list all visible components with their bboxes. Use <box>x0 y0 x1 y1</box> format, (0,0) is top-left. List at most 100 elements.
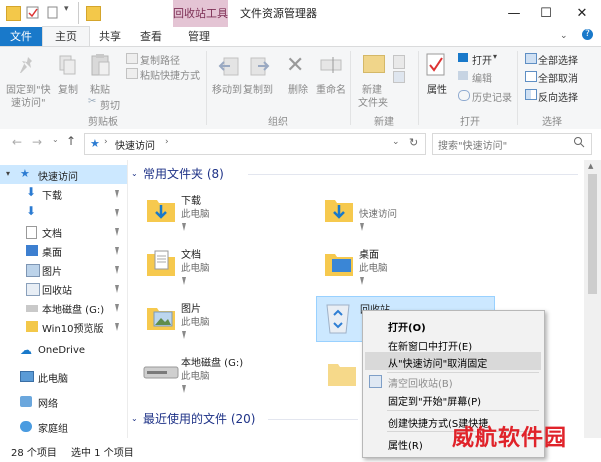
folder-item-downloads[interactable]: 下载 此电脑 <box>143 188 303 238</box>
properties-icon[interactable] <box>426 53 446 80</box>
search-icon[interactable] <box>573 136 585 151</box>
breadcrumb-chevron-icon[interactable]: › <box>165 137 169 147</box>
item-name: 本地磁盘 (G:) <box>181 358 244 369</box>
menu-item-open[interactable]: 打开(O) <box>388 319 426 334</box>
properties-button[interactable]: 属性 <box>427 81 447 96</box>
select-none-button[interactable]: 全部取消 <box>538 70 578 85</box>
edit-button[interactable]: 编辑 <box>472 70 492 85</box>
group-header-recent[interactable]: 最近使用的文件 (20) <box>143 410 255 427</box>
chevron-down-icon[interactable]: ▾ <box>493 52 497 61</box>
move-to-button[interactable]: 移动到 <box>212 81 242 96</box>
chevron-down-icon[interactable]: ▾ <box>64 4 77 17</box>
nav-label: 此电脑 <box>38 374 68 385</box>
menu-item-open-new-window[interactable]: 在新窗口中打开(E) <box>388 338 472 353</box>
pin-icon <box>181 221 187 231</box>
paste-button[interactable]: 粘贴 <box>90 81 110 96</box>
vertical-scrollbar[interactable]: ▲ <box>584 160 601 438</box>
properties-icon[interactable] <box>26 6 39 19</box>
delete-button[interactable]: 删除 <box>288 81 308 96</box>
nav-item-recycle-bin[interactable]: 回收站 <box>0 279 127 298</box>
nav-item-network[interactable]: 网络 <box>0 392 127 411</box>
nav-item-downloads-2[interactable]: ⬇ <box>0 203 127 222</box>
help-icon[interactable]: ? <box>582 29 593 40</box>
copy-button[interactable]: 复制 <box>58 81 78 96</box>
folder-item-desktop[interactable]: 桌面 此电脑 <box>321 242 481 292</box>
copy-to-icon[interactable] <box>248 55 270 80</box>
scroll-up-icon[interactable]: ▲ <box>588 162 593 170</box>
nav-item-homegroup[interactable]: 家庭组 <box>0 417 127 436</box>
desktop-folder-icon <box>324 248 354 281</box>
nav-item-local-disk-g[interactable]: 本地磁盘 (G:) <box>0 298 127 317</box>
folder-item-pictures[interactable]: 图片 此电脑 <box>143 296 303 346</box>
copy-path-button[interactable]: 复制路径 <box>140 52 180 67</box>
chevron-down-icon[interactable]: ⌄ <box>131 414 138 423</box>
select-all-button[interactable]: 全部选择 <box>538 52 578 67</box>
menu-item-pin-to-start[interactable]: 固定到"开始"屏幕(P) <box>388 393 481 408</box>
item-name: 下载 <box>181 196 201 207</box>
nav-item-this-pc[interactable]: 此电脑 <box>0 367 127 386</box>
maximize-button[interactable]: ☐ <box>529 0 563 27</box>
folder-icon[interactable] <box>6 6 21 21</box>
nav-item-pictures[interactable]: 图片 <box>0 260 127 279</box>
search-input[interactable]: 搜索"快速访问" <box>432 133 592 155</box>
back-arrow-icon[interactable]: ← <box>12 135 22 149</box>
up-arrow-icon[interactable]: ↑ <box>66 134 76 148</box>
nav-label: 下载 <box>42 191 62 202</box>
documents-folder-icon <box>146 248 176 281</box>
minimize-button[interactable]: — <box>497 0 531 27</box>
paste-shortcut-button[interactable]: 粘贴快捷方式 <box>140 67 200 82</box>
chevron-down-icon[interactable]: ⌄ <box>392 137 400 147</box>
recent-locations-icon[interactable]: ⌄ <box>52 135 59 144</box>
tab-home[interactable]: 主页 <box>42 26 90 47</box>
group-header-frequent[interactable]: 常用文件夹 (8) <box>143 165 224 182</box>
folder-item-downloads-quick-access[interactable]: 快速访问 <box>321 188 481 238</box>
new-folder-icon[interactable] <box>46 6 59 19</box>
drive-item-local-disk-g[interactable]: 本地磁盘 (G:) 此电脑 <box>143 350 303 400</box>
menu-item-properties[interactable]: 属性(R) <box>388 437 423 452</box>
cut-button[interactable]: 剪切 <box>100 97 120 112</box>
nav-item-quick-access[interactable]: ▾ ★ 快速访问 <box>0 165 127 184</box>
tab-share[interactable]: 共享 <box>90 27 130 46</box>
history-button[interactable]: 历史记录 <box>472 89 512 104</box>
item-name: 文档 <box>181 250 201 261</box>
copy-to-button[interactable]: 复制到 <box>243 81 273 96</box>
chevron-down-icon[interactable]: ▾ <box>6 169 10 178</box>
breadcrumb[interactable]: 快速访问 <box>115 137 155 152</box>
group-label-clipboard: 剪贴板 <box>88 117 118 128</box>
nav-item-documents[interactable]: 文档 <box>0 222 127 241</box>
chevron-down-icon[interactable]: ⌄ <box>560 31 568 41</box>
close-button[interactable]: ✕ <box>565 0 599 27</box>
copy-path-icon <box>126 53 138 64</box>
refresh-icon[interactable]: ↻ <box>409 136 418 149</box>
chevron-down-icon[interactable]: ⌄ <box>131 169 138 178</box>
menu-item-empty-recycle-bin[interactable]: 清空回收站(B) <box>388 375 453 390</box>
scrollbar-thumb[interactable] <box>588 174 597 294</box>
group-divider <box>418 51 419 125</box>
paste-icon[interactable] <box>91 53 111 80</box>
new-item-icon[interactable] <box>393 55 405 69</box>
rename-button[interactable]: 重命名 <box>316 81 346 96</box>
tab-view[interactable]: 查看 <box>131 27 171 46</box>
open-button[interactable]: 打开 <box>472 52 492 67</box>
copy-icon[interactable] <box>59 55 77 80</box>
rename-icon[interactable] <box>320 57 342 76</box>
nav-item-downloads[interactable]: ⬇ 下载 <box>0 184 127 203</box>
forward-arrow-icon[interactable]: → <box>32 135 42 149</box>
address-bar[interactable]: ★ › 快速访问 › ⌄ ↻ <box>84 133 426 155</box>
menu-item-unpin-quick-access[interactable]: 从"快速访问"取消固定 <box>388 355 487 370</box>
new-folder-icon[interactable] <box>363 55 385 73</box>
pin-icon[interactable] <box>18 55 38 78</box>
easy-access-icon[interactable] <box>393 71 405 83</box>
invert-selection-button[interactable]: 反向选择 <box>538 89 578 104</box>
group-divider <box>350 51 351 125</box>
move-to-icon[interactable] <box>218 55 240 80</box>
tab-file[interactable]: 文件 <box>0 27 42 46</box>
folder-icon[interactable] <box>327 358 357 391</box>
item-count: 28 个项目 <box>11 448 57 459</box>
nav-item-onedrive[interactable]: ☁ OneDrive <box>0 342 127 361</box>
tab-manage[interactable]: 管理 <box>178 27 220 46</box>
nav-item-win10-preview[interactable]: Win10预览版 <box>0 317 127 336</box>
nav-item-desktop[interactable]: 桌面 <box>0 241 127 260</box>
folder-item-documents[interactable]: 文档 此电脑 <box>143 242 303 292</box>
delete-icon[interactable]: ✕ <box>286 53 304 78</box>
